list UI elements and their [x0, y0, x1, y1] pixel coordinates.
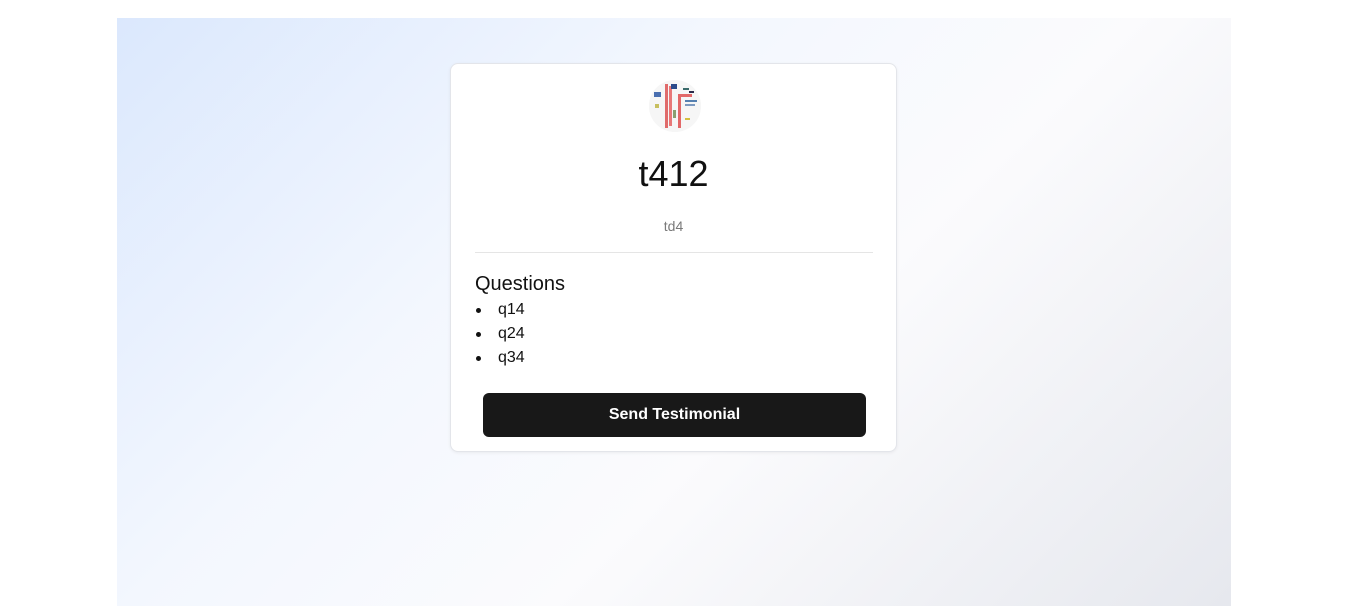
question-item: q34 — [475, 346, 525, 370]
question-item: q14 — [475, 298, 525, 322]
questions-list: q14 q24 q34 — [475, 298, 525, 370]
space-title: t412 — [638, 153, 709, 194]
testimonial-card: t412 td4 Questions q14 q24 q34 Send Test… — [450, 63, 897, 452]
questions-heading: Questions — [475, 273, 566, 295]
divider — [475, 252, 873, 253]
space-logo-icon — [649, 80, 701, 132]
question-item: q24 — [475, 322, 525, 346]
send-testimonial-button[interactable]: Send Testimonial — [483, 393, 866, 437]
space-description: td4 — [663, 218, 684, 234]
